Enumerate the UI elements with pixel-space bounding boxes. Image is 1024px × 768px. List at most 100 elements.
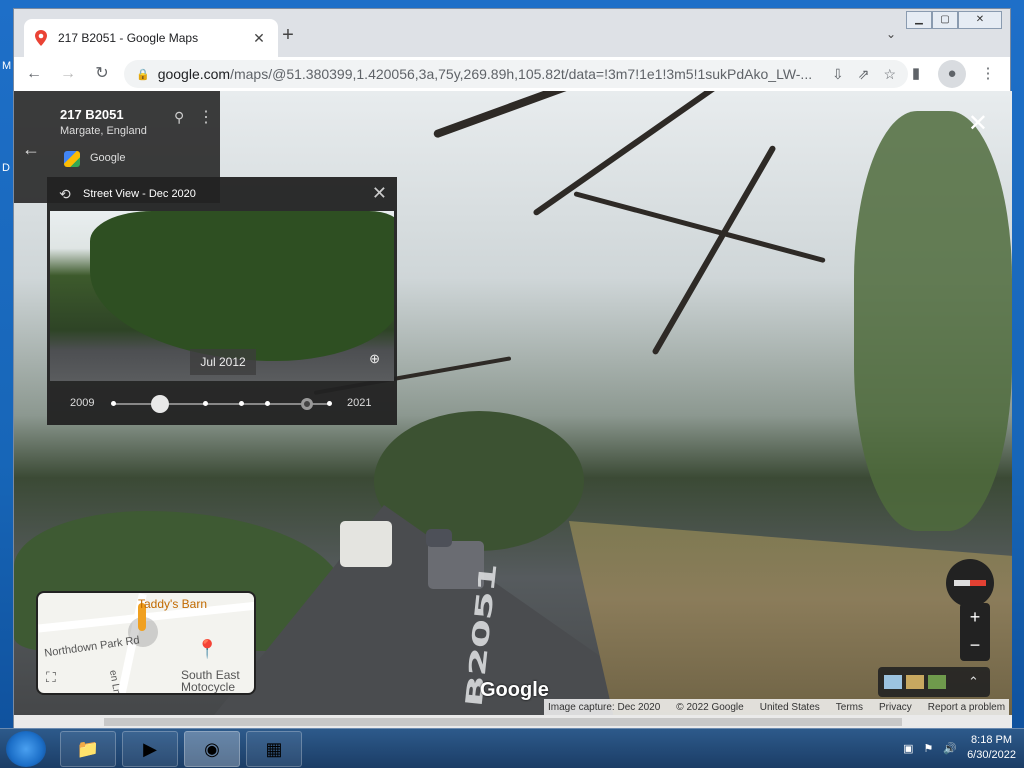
minimize-button[interactable]: ▁ (906, 11, 932, 29)
slider-tick[interactable] (239, 401, 244, 406)
image-capture-date: Image capture: Dec 2020 (548, 701, 661, 713)
more-options-icon[interactable]: ⋮ (198, 107, 214, 127)
poi-label: Taddy's Barn (138, 597, 207, 611)
street-label: en Ln (106, 669, 123, 695)
year-start: 2009 (70, 397, 95, 409)
time-machine-panel: ⟲ Street View - Dec 2020 ✕ Jul 2012 ⊕ 20… (47, 177, 397, 425)
google-maps-icon (64, 151, 80, 167)
desktop-text-fragment: M (2, 60, 12, 72)
layer-thumb[interactable] (884, 675, 902, 689)
network-icon[interactable]: ▣ (903, 742, 913, 755)
layer-thumb[interactable] (906, 675, 924, 689)
slider-handle[interactable] (151, 395, 169, 413)
privacy-link[interactable]: Privacy (879, 702, 912, 713)
slider-tick[interactable] (327, 401, 332, 406)
layer-thumb[interactable] (928, 675, 946, 689)
branch (432, 91, 793, 139)
year-end: 2021 (347, 397, 372, 409)
control-panel-taskbar-icon[interactable]: ▦ (246, 731, 302, 767)
bookmark-star-icon[interactable]: ☆ (883, 66, 896, 83)
close-window-button[interactable]: ✕ (958, 11, 1002, 29)
back-arrow-icon[interactable]: ← (22, 139, 40, 160)
minimap[interactable]: Taddy's Barn Northdown Park Rd en Ln 📍 S… (36, 591, 256, 695)
slider-track (113, 403, 331, 405)
historic-thumbnail[interactable]: Jul 2012 ⊕ (50, 211, 394, 381)
tree (90, 211, 394, 361)
taskbar: 📁 ▶ ◉ ▦ ▣ ⚑ 🔊 8:18 PM 6/30/2022 (0, 728, 1024, 768)
clock-date: 6/30/2022 (967, 749, 1016, 761)
terms-link[interactable]: Terms (836, 702, 863, 713)
van (340, 521, 392, 567)
close-street-view-icon[interactable]: ✕ (968, 109, 988, 138)
compass-icon[interactable] (946, 559, 994, 607)
fullscreen-icon[interactable]: ⛶ (46, 669, 56, 686)
menu-dots-icon[interactable]: ⋮ (974, 60, 1002, 88)
system-tray: ▣ ⚑ 🔊 8:18 PM 6/30/2022 (903, 733, 1016, 763)
map-pin-icon: 📍 (196, 639, 219, 659)
slider-tick[interactable] (265, 401, 270, 406)
desktop-text-fragment: D (2, 162, 10, 174)
scrollbar-thumb[interactable] (104, 718, 902, 726)
install-icon[interactable]: ⇩ (832, 66, 844, 83)
maximize-button[interactable]: ▢ (932, 11, 958, 29)
map-footer: Image capture: Dec 2020 © 2022 Google Un… (544, 699, 1010, 715)
close-panel-icon[interactable]: ✕ (372, 183, 387, 204)
media-player-taskbar-icon[interactable]: ▶ (122, 731, 178, 767)
back-icon[interactable]: ← (20, 60, 48, 88)
provider-name: Google (90, 152, 126, 164)
thumbnail-date: Jul 2012 (190, 349, 256, 375)
chrome-taskbar-icon[interactable]: ◉ (184, 731, 240, 767)
tab-bar: 217 B2051 - Google Maps ✕ + ⌄ ▁ ▢ ✕ (14, 9, 1010, 57)
country-link[interactable]: United States (760, 702, 820, 713)
time-machine-header: Street View - Dec 2020 (83, 188, 196, 200)
url-path: /maps/@51.380399,1.420056,3a,75y,269.89h… (230, 66, 813, 82)
street-view[interactable]: B2051 ✕ ← 217 B2051 Margate, England Goo… (14, 91, 1012, 715)
browser-window: 217 B2051 - Google Maps ✕ + ⌄ ▁ ▢ ✕ ← → … (13, 8, 1012, 729)
side-panel-icon[interactable]: ▮ (902, 60, 930, 88)
place-title: 217 B2051 (60, 107, 124, 122)
address-bar[interactable]: 🔒 google.com/maps/@51.380399,1.420056,3a… (124, 60, 908, 88)
copyright: © 2022 Google (676, 701, 744, 713)
zoom-control: + − (960, 603, 990, 661)
tab-title: 217 B2051 - Google Maps (58, 31, 199, 45)
slider-tick[interactable] (203, 401, 208, 406)
lock-icon: 🔒 (136, 68, 150, 81)
current-date-marker[interactable] (301, 398, 313, 410)
slider-tick[interactable] (111, 401, 116, 406)
browser-toolbar: ← → ↻ 🔒 google.com/maps/@51.380399,1.420… (14, 57, 1010, 91)
branch (573, 191, 826, 264)
zoom-in-button[interactable]: + (960, 603, 990, 631)
share-icon[interactable]: ⇗ (858, 66, 870, 83)
tab-google-maps[interactable]: 217 B2051 - Google Maps ✕ (24, 19, 278, 57)
reload-icon[interactable]: ↻ (88, 60, 116, 88)
tab-close-icon[interactable]: ✕ (250, 30, 268, 47)
tab-search-chevron-icon[interactable]: ⌄ (886, 27, 896, 41)
clock[interactable]: 8:18 PM 6/30/2022 (967, 733, 1016, 763)
location-pin-icon[interactable]: ⚲ (174, 109, 184, 126)
expand-icon[interactable]: ⌃ (968, 674, 979, 690)
url-host: google.com (157, 66, 231, 82)
place-subtitle: Margate, England (60, 125, 147, 137)
year-slider[interactable]: 2009 2021 (47, 393, 397, 417)
compass-needle (954, 580, 986, 586)
volume-icon[interactable]: 🔊 (943, 742, 957, 755)
profile-avatar-icon[interactable]: ● (938, 60, 966, 88)
maps-pin-icon (35, 30, 47, 46)
report-problem-link[interactable]: Report a problem (928, 702, 1005, 713)
clock-time: 8:18 PM (971, 734, 1013, 746)
google-logo: Google (480, 679, 549, 701)
tree (854, 111, 1012, 531)
car (426, 529, 452, 547)
forward-icon[interactable]: → (54, 60, 82, 88)
start-button[interactable] (6, 731, 46, 767)
new-tab-button[interactable]: + (276, 23, 300, 47)
history-icon[interactable]: ⟲ (59, 186, 83, 203)
action-center-icon[interactable]: ⚑ (923, 742, 933, 755)
layers-control[interactable]: ⌃ (878, 667, 990, 697)
zoom-out-button[interactable]: − (960, 631, 990, 659)
zoom-in-icon[interactable]: ⊕ (369, 351, 380, 367)
place-label: South East Motocycle (181, 668, 240, 694)
horizontal-scrollbar[interactable] (14, 715, 1012, 729)
explorer-taskbar-icon[interactable]: 📁 (60, 731, 116, 767)
branch (651, 144, 777, 356)
